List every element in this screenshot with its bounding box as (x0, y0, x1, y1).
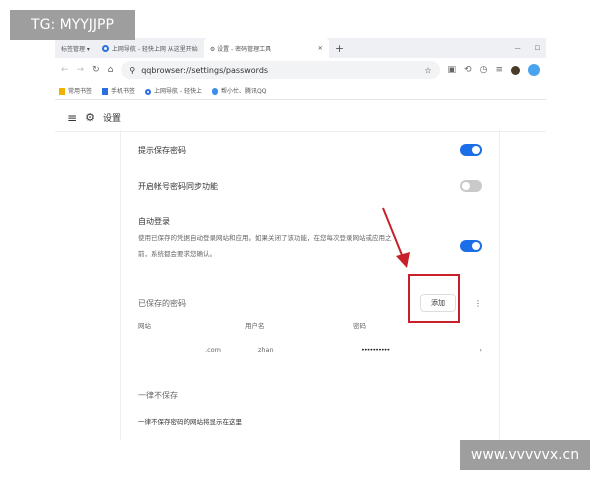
red-arrow-annotation (382, 207, 410, 268)
watermark-bottom: www.vvvvvx.cn (460, 440, 590, 470)
watermark-top: TG: MYYJJPP (10, 10, 135, 40)
